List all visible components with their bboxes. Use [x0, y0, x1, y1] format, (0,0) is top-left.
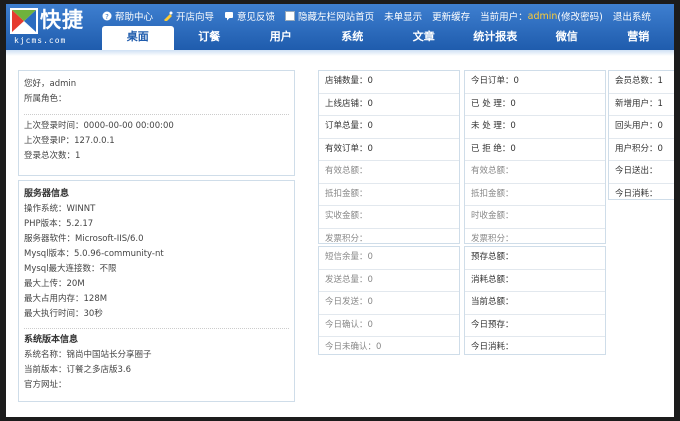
member-stats-panel: 会员总数：1 新增用户：1 回头用户：0 用户积分：0 今日送出： 今日消耗： [608, 70, 674, 200]
store-stats-panel: 店铺数量：0 上线店铺：0 订单总量：0 有效订单：0 有效总额： 抵扣金额： … [318, 70, 460, 244]
help-label: 帮助中心 [115, 12, 154, 23]
current-user-prefix: 当前用户： [480, 12, 528, 23]
stat-row: 回头用户：0 [609, 116, 674, 139]
feedback-label: 意见反馈 [237, 12, 276, 23]
main-nav: 桌面 订餐 用户 系统 文章 统计报表 微信 营销 [102, 26, 674, 50]
tab-reports[interactable]: 统计报表 [460, 26, 532, 50]
stat-row: 用户积分：0 [609, 139, 674, 161]
server-line: 最大上传：20M [24, 279, 85, 289]
svg-text:?: ? [105, 13, 109, 21]
role: 所属角色： [24, 94, 67, 104]
stat-row: 发送总量：0 [319, 270, 459, 292]
system-version-title: 系统版本信息 [24, 335, 79, 345]
stat-row: 短信余量：0 [319, 247, 459, 270]
order-display-link[interactable]: 未单显示 [384, 9, 422, 23]
help-link[interactable]: ? 帮助中心 [102, 9, 153, 23]
logo[interactable]: 快捷 kjcms.com [10, 7, 106, 47]
today-order-stats-panel: 今日订单：0 已 处 理：0 未 处 理：0 已 拒 绝：0 有效总额： 抵扣金… [464, 70, 606, 244]
server-line: Mysql最大连接数：不限 [24, 264, 117, 274]
current-user-name: admin [527, 10, 558, 22]
stat-row: 上线店铺：0 [319, 94, 459, 116]
greeting: 您好，admin [24, 79, 77, 89]
stat-row: 预存总额： [465, 247, 605, 270]
stat-row: 新增用户：1 [609, 94, 674, 116]
stat-row: 有效订单：0 [319, 139, 459, 161]
logo-icon [10, 8, 38, 34]
welcome-panel: 您好，admin 所属角色： 上次登录时间：0000-00-00 00:00:0… [18, 70, 295, 176]
wizard-label: 开店向导 [176, 12, 215, 23]
stat-row: 今日确认：0 [319, 315, 459, 337]
stat-row: 已 处 理：0 [465, 94, 605, 116]
tab-desktop[interactable]: 桌面 [102, 26, 174, 50]
server-info-title: 服务器信息 [24, 189, 70, 199]
sub-bar [6, 50, 674, 56]
stat-row: 有效总额： [319, 161, 459, 184]
refresh-cache-link[interactable]: 更新缓存 [432, 9, 470, 23]
logo-domain: kjcms.com [14, 36, 67, 45]
stat-row: 未 处 理：0 [465, 116, 605, 139]
feedback-icon [225, 12, 234, 21]
stat-row: 今日消耗： [471, 342, 514, 352]
logout-link[interactable]: 退出系统 [613, 9, 651, 23]
stat-row: 今日订单：0 [465, 71, 605, 94]
change-password-link[interactable]: (修改密码) [557, 9, 602, 23]
system-line: 当前版本：订餐之多店版3.6 [24, 365, 132, 375]
app-window: 快捷 kjcms.com ? 帮助中心 开店向导 意见反馈 隐藏左栏 网站首页 … [6, 4, 674, 417]
feedback-link[interactable]: 意见反馈 [224, 9, 275, 23]
tab-marketing[interactable]: 营销 [603, 26, 675, 50]
server-line: PHP版本：5.2.17 [24, 219, 94, 229]
hide-sidebar-toggle[interactable]: 隐藏左栏 网站首页 [285, 9, 374, 23]
header: 快捷 kjcms.com ? 帮助中心 开店向导 意见反馈 隐藏左栏 网站首页 … [6, 4, 674, 50]
stat-row: 会员总数：1 [609, 71, 674, 94]
wizard-link[interactable]: 开店向导 [163, 9, 214, 23]
last-login-ip: 上次登录IP：127.0.0.1 [24, 136, 115, 146]
stat-row: 今日预存： [465, 315, 605, 337]
stat-row: 订单总量：0 [319, 116, 459, 139]
hide-sidebar-label: 隐藏左栏 [298, 12, 337, 23]
stat-row: 抵扣金额： [465, 184, 605, 206]
checkbox-icon[interactable] [285, 11, 296, 21]
deposit-stats-panel: 预存总额： 消耗总额： 当前总额： 今日预存： 今日消耗： [464, 246, 606, 355]
system-line: 系统名称：锦尚中国站长分享圈子 [24, 350, 152, 360]
stat-row: 抵扣金额： [319, 184, 459, 206]
logo-title: 快捷 [40, 8, 84, 32]
current-user: 当前用户： admin (修改密码) [480, 9, 603, 24]
stat-row: 今日发送：0 [319, 292, 459, 315]
server-line: 最大执行时间：30秒 [24, 309, 103, 319]
help-icon: ? [102, 11, 112, 21]
stat-row: 店铺数量：0 [319, 71, 459, 94]
tab-order[interactable]: 订餐 [174, 26, 246, 50]
tab-wechat[interactable]: 微信 [531, 26, 603, 50]
stat-row: 已 拒 绝：0 [465, 139, 605, 161]
stat-row: 今日送出： [609, 161, 674, 184]
stat-row: 消耗总额： [465, 270, 605, 292]
stat-row: 有效总额： [465, 161, 605, 184]
system-line: 官方网址： [24, 380, 67, 390]
divider [24, 114, 289, 115]
server-line: 服务器软件：Microsoft-IIS/6.0 [24, 234, 144, 244]
last-login-time: 上次登录时间：0000-00-00 00:00:00 [24, 121, 174, 131]
stat-row: 当前总额： [465, 292, 605, 315]
sms-stats-panel: 短信余量：0 发送总量：0 今日发送：0 今日确认：0 今日未确认：0 [318, 246, 460, 355]
tab-system[interactable]: 系统 [317, 26, 389, 50]
stat-row: 今日未确认：0 [325, 342, 382, 352]
divider [24, 328, 289, 329]
login-count: 登录总次数：1 [24, 151, 81, 161]
server-info-panel: 服务器信息 操作系统：WINNT PHP版本：5.2.17 服务器软件：Micr… [18, 180, 295, 402]
server-line: 操作系统：WINNT [24, 204, 96, 214]
wizard-icon [164, 11, 173, 21]
stat-row: 今日消耗： [615, 188, 658, 199]
server-line: Mysql版本：5.0.96-community-nt [24, 249, 164, 259]
home-link[interactable]: 网站首页 [336, 9, 374, 23]
stat-row: 实收金额： [319, 206, 459, 229]
tab-articles[interactable]: 文章 [388, 26, 460, 50]
top-links: ? 帮助中心 开店向导 意见反馈 隐藏左栏 网站首页 未单显示 更新缓存 当前用… [102, 8, 661, 24]
stat-row: 时收金额： [465, 206, 605, 229]
server-line: 最大占用内存：128M [24, 294, 108, 304]
tab-users[interactable]: 用户 [245, 26, 317, 50]
